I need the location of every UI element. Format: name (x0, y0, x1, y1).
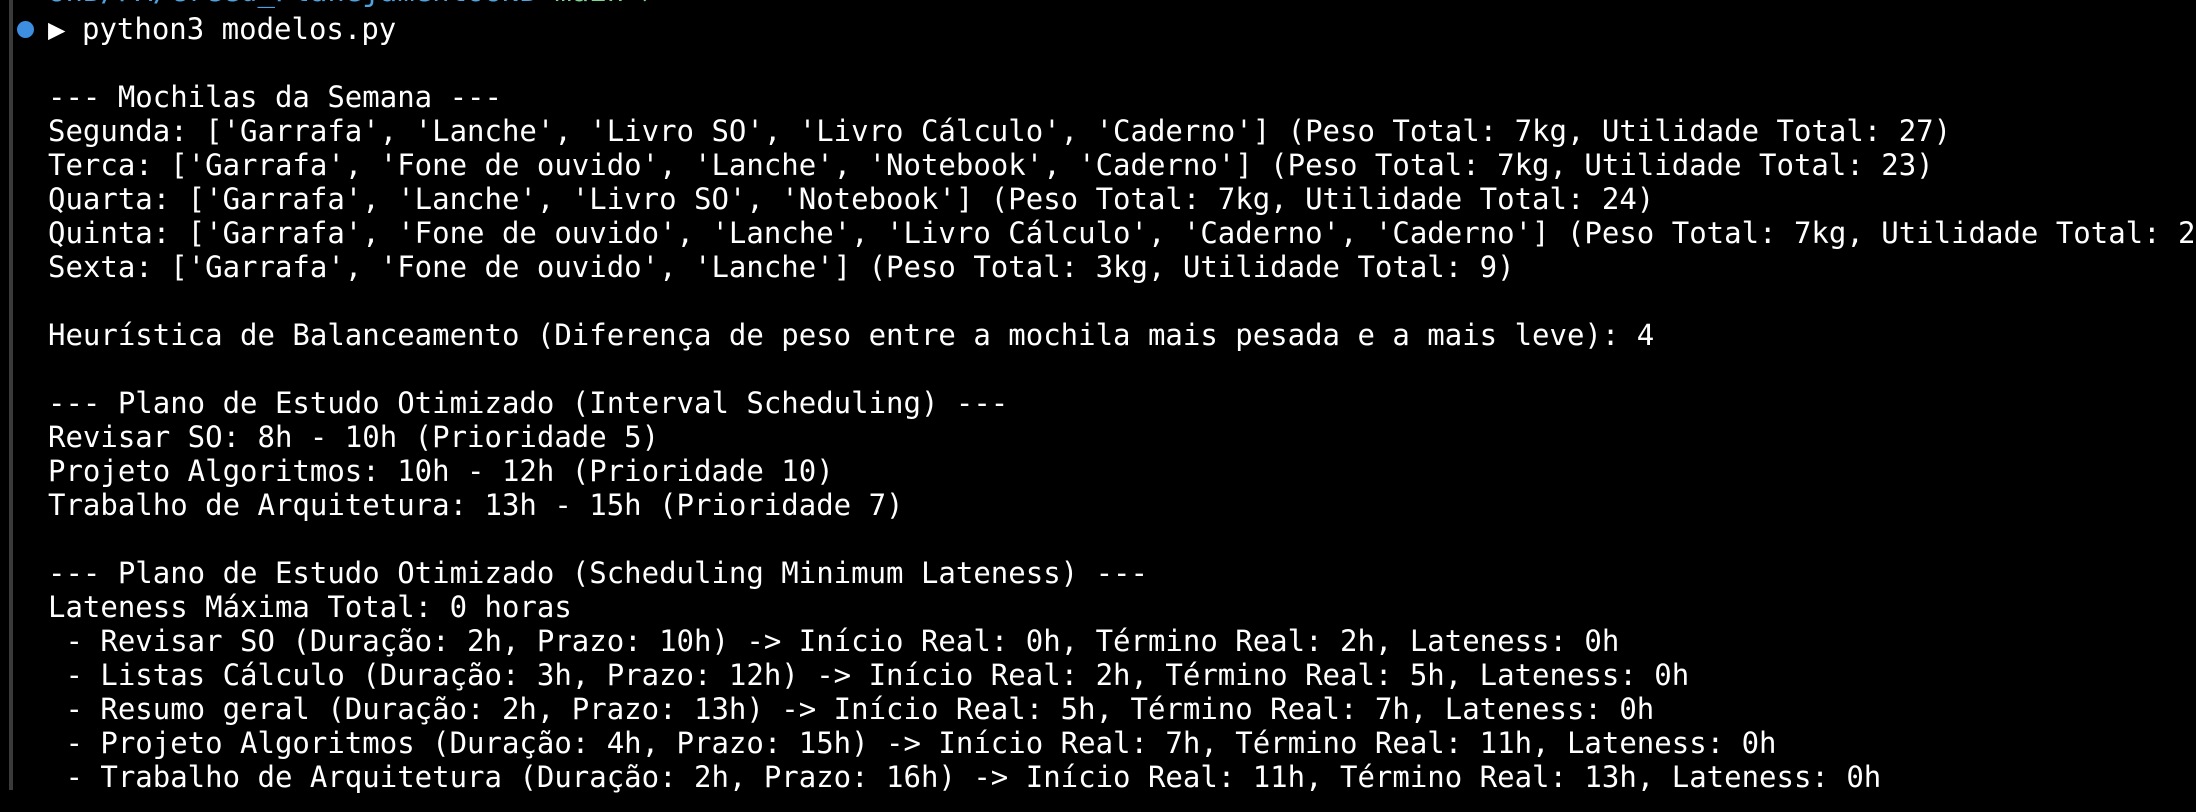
output-line: Heurística de Balanceamento (Diferença d… (48, 318, 1655, 352)
output-line: Quinta: ['Garrafa', 'Fone de ouvido', 'L… (48, 216, 2196, 250)
output-line: --- Plano de Estudo Otimizado (Schedulin… (48, 556, 1148, 590)
output-line: Revisar SO: 8h - 10h (Prioridade 5) (48, 420, 660, 454)
previous-prompt-line: UnB/PA/Greed_PlanejamentoUNB main ✗ (48, 0, 659, 8)
output-line: Projeto Algoritmos: 10h - 12h (Prioridad… (48, 454, 834, 488)
output-line: Trabalho de Arquitetura: 13h - 15h (Prio… (48, 488, 904, 522)
output-line: - Revisar SO (Duração: 2h, Prazo: 10h) -… (48, 624, 1620, 658)
command-output: --- Mochilas da Semana --- Segunda: ['Gar… (48, 80, 2196, 794)
prompt-command: python3 modelos.py (82, 12, 397, 46)
prompt-path: UnB/PA/Greed_PlanejamentoUNB (48, 0, 537, 8)
terminal-window[interactable]: UnB/PA/Greed_PlanejamentoUNB main ✗ ▶ py… (0, 0, 2196, 812)
output-line: - Listas Cálculo (Duração: 3h, Prazo: 12… (48, 658, 1690, 692)
output-line: Quarta: ['Garrafa', 'Lanche', 'Livro SO'… (48, 182, 1655, 216)
output-line: Lateness Máxima Total: 0 horas (48, 590, 572, 624)
git-branch-label: main ✗ (554, 0, 659, 8)
output-line: - Projeto Algoritmos (Duração: 4h, Prazo… (48, 726, 1777, 760)
output-line: Terca: ['Garrafa', 'Fone de ouvido', 'La… (48, 148, 1934, 182)
output-line: Sexta: ['Garrafa', 'Fone de ouvido', 'La… (48, 250, 1515, 284)
output-line: --- Mochilas da Semana --- (48, 80, 502, 114)
prompt-arrow-icon: ▶ (48, 12, 66, 46)
prompt-status-dot-icon (17, 21, 34, 38)
output-line: - Trabalho de Arquitetura (Duração: 2h, … (48, 760, 1882, 794)
output-line: Segunda: ['Garrafa', 'Lanche', 'Livro SO… (48, 114, 1952, 148)
output-line: - Resumo geral (Duração: 2h, Prazo: 13h)… (48, 692, 1655, 726)
output-line: --- Plano de Estudo Otimizado (Interval … (48, 386, 1009, 420)
prompt-line: ▶ python3 modelos.py (0, 12, 396, 46)
